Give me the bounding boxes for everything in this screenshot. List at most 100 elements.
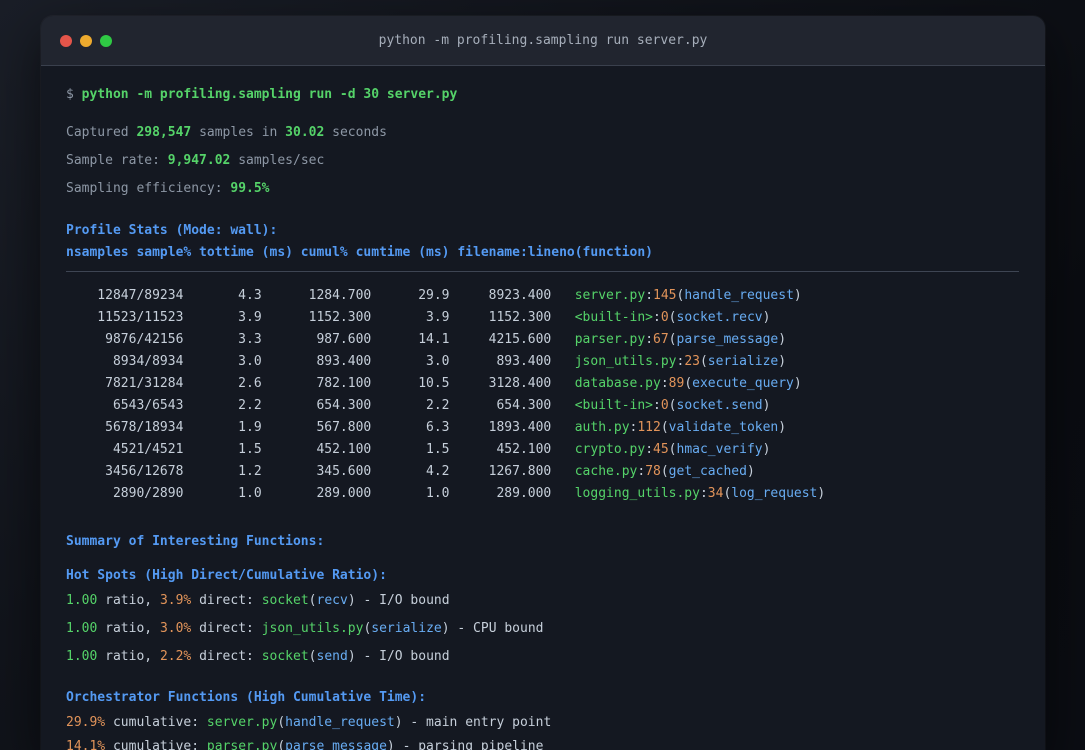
text-segment: <built-in>: [574, 398, 654, 413]
text-segment: 1.00: [66, 621, 98, 636]
text-segment: 11523/11523 3.9 1152.300 3.9 1152.300: [66, 310, 575, 325]
text-segment: ) - CPU bound: [441, 621, 544, 636]
hot-spots-heading: Hot Spots (High Direct/Cumulative Ratio)…: [66, 568, 387, 583]
text-segment: :: [637, 464, 646, 479]
captured-samples-value: 298,547: [136, 125, 192, 140]
captured-line: Captured 298,547 samples in 30.02 second…: [66, 123, 1019, 143]
captured-mid-label: samples in: [191, 125, 286, 140]
text-segment: 1.00: [66, 649, 98, 664]
profile-table-row: 3456/12678 1.2 345.600 4.2 1267.800 cach…: [66, 461, 1019, 483]
text-segment: (: [308, 593, 317, 608]
text-segment: server.py: [574, 288, 646, 303]
text-segment: 1.00: [66, 593, 98, 608]
text-segment: 4521/4521 1.5 452.100 1.5 452.100: [66, 442, 575, 457]
text-segment: :: [660, 376, 669, 391]
text-segment: :: [645, 442, 654, 457]
text-segment: 34: [707, 486, 724, 501]
text-segment: ratio,: [97, 621, 160, 636]
text-segment: 3.9%: [159, 593, 192, 608]
sample-rate-value: 9,947.02: [167, 153, 231, 168]
text-segment: execute_query: [692, 376, 794, 391]
profile-table: 12847/89234 4.3 1284.700 29.9 8923.400 s…: [66, 285, 1019, 505]
orchestrator-heading: Orchestrator Functions (High Cumulative …: [66, 690, 427, 705]
sample-rate-unit: samples/sec: [230, 153, 325, 168]
text-segment: 45: [653, 442, 669, 457]
text-segment: 3.0%: [159, 621, 192, 636]
text-segment: ): [778, 332, 787, 347]
text-segment: ) - I/O bound: [347, 649, 450, 664]
text-segment: (: [668, 310, 677, 325]
text-segment: 9876/42156 3.3 987.600 14.1 4215.600: [66, 332, 575, 347]
text-segment: 8934/8934 3.0 893.400 3.0 893.400: [66, 354, 575, 369]
captured-suffix-label: seconds: [324, 125, 387, 140]
text-segment: serialize: [707, 354, 779, 369]
terminal-titlebar: python -m profiling.sampling run server.…: [41, 16, 1045, 66]
text-segment: (: [277, 715, 286, 730]
window-title: python -m profiling.sampling run server.…: [378, 33, 708, 48]
profile-table-row: 9876/42156 3.3 987.600 14.1 4215.600 par…: [66, 329, 1019, 351]
hot-spot-item: 1.00 ratio, 2.2% direct: socket(send) - …: [66, 643, 1019, 671]
text-segment: recv: [316, 593, 348, 608]
text-segment: :: [645, 288, 654, 303]
profile-table-row: 11523/11523 3.9 1152.300 3.9 1152.300 <b…: [66, 307, 1019, 329]
text-segment: 0: [660, 398, 669, 413]
hot-spots-list: 1.00 ratio, 3.9% direct: socket(recv) - …: [66, 587, 1019, 671]
text-segment: send: [316, 649, 348, 664]
text-segment: socket: [261, 593, 309, 608]
text-segment: :: [645, 332, 654, 347]
text-segment: 29.9%: [66, 715, 106, 730]
close-button[interactable]: [60, 34, 72, 47]
text-segment: handle_request: [285, 715, 395, 730]
profile-columns-header: nsamples sample% tottime (ms) cumul% cum…: [66, 245, 653, 260]
text-segment: 112: [637, 420, 661, 435]
text-segment: ): [778, 354, 787, 369]
orchestrator-list: 29.9% cumulative: server.py(handle_reque…: [66, 711, 1019, 750]
text-segment: database.py: [574, 376, 661, 391]
text-segment: ) - parsing pipeline: [386, 739, 544, 750]
text-segment: direct:: [191, 621, 262, 636]
captured-duration-value: 30.02: [285, 125, 325, 140]
text-segment: ): [793, 288, 802, 303]
text-segment: :: [699, 486, 708, 501]
prompt-symbol: $: [66, 87, 82, 102]
profile-table-row: 6543/6543 2.2 654.300 2.2 654.300 <built…: [66, 395, 1019, 417]
text-segment: parse_message: [676, 332, 779, 347]
text-segment: direct:: [191, 649, 262, 664]
text-segment: (: [277, 739, 286, 750]
table-divider: [66, 271, 1019, 272]
text-segment: socket.recv: [676, 310, 763, 325]
text-segment: ): [817, 486, 826, 501]
text-segment: direct:: [191, 593, 262, 608]
sample-rate-label: Sample rate:: [66, 153, 168, 168]
text-segment: 7821/31284 2.6 782.100 10.5 3128.400: [66, 376, 575, 391]
text-segment: ): [746, 464, 755, 479]
maximize-button[interactable]: [100, 34, 112, 47]
command-text: python -m profiling.sampling run -d 30 s…: [81, 87, 458, 102]
text-segment: 12847/89234 4.3 1284.700 29.9 8923.400: [66, 288, 575, 303]
text-segment: json_utils.py: [574, 354, 677, 369]
minimize-button[interactable]: [80, 34, 92, 47]
text-segment: 3456/12678 1.2 345.600 4.2 1267.800: [66, 464, 575, 479]
text-segment: <built-in>: [574, 310, 654, 325]
profile-table-row: 7821/31284 2.6 782.100 10.5 3128.400 dat…: [66, 373, 1019, 395]
text-segment: json_utils.py: [261, 621, 364, 636]
text-segment: parser.py: [574, 332, 646, 347]
text-segment: (: [308, 649, 317, 664]
efficiency-line: Sampling efficiency: 99.5%: [66, 179, 1019, 199]
text-segment: ): [793, 376, 802, 391]
profile-table-row: 4521/4521 1.5 452.100 1.5 452.100 crypto…: [66, 439, 1019, 461]
text-segment: cumulative:: [105, 739, 207, 750]
text-segment: 23: [684, 354, 700, 369]
text-segment: cache.py: [574, 464, 638, 479]
text-segment: server.py: [206, 715, 278, 730]
text-segment: validate_token: [668, 420, 779, 435]
text-segment: crypto.py: [574, 442, 646, 457]
captured-label: Captured: [66, 125, 137, 140]
text-segment: cumulative:: [105, 715, 207, 730]
text-segment: 67: [653, 332, 669, 347]
text-segment: (: [668, 442, 677, 457]
text-segment: parse_message: [285, 739, 387, 750]
text-segment: 89: [668, 376, 685, 391]
text-segment: (: [699, 354, 708, 369]
text-segment: (: [660, 420, 669, 435]
